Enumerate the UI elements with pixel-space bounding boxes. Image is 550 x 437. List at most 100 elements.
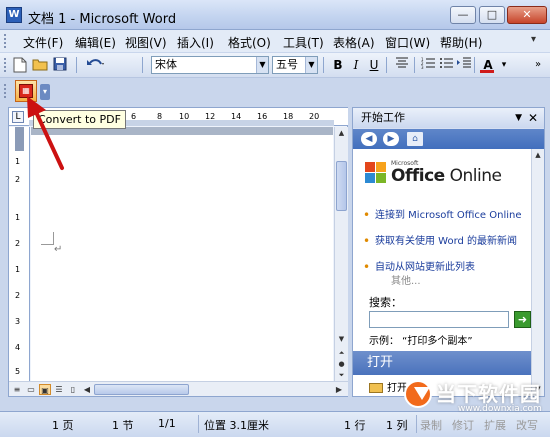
chevron-down-icon[interactable]: ▼ — [305, 57, 317, 73]
menu-help[interactable]: 帮助(H) — [440, 34, 482, 51]
tab-selector-icon[interactable]: L — [12, 111, 24, 123]
status-track-changes[interactable]: 修订 — [452, 417, 474, 433]
menu-format[interactable]: 格式(O) — [228, 34, 271, 51]
align-center-icon[interactable] — [394, 57, 410, 73]
scroll-down-icon[interactable]: ▼ — [335, 333, 348, 345]
word-app-icon[interactable]: W — [6, 7, 22, 23]
search-label: 搜索： — [369, 296, 402, 309]
status-page: 1 页 — [52, 419, 74, 432]
normal-view-icon[interactable]: ≡ — [11, 384, 23, 395]
vertical-scrollbar[interactable]: ▲ ▼ ⏶ ● ⏷ — [334, 127, 348, 381]
ruler-tick: 2 — [15, 239, 21, 248]
ruler-tick: 3 — [15, 317, 21, 326]
print-view-icon[interactable]: ▣ — [39, 384, 51, 395]
toolbar-grip[interactable] — [4, 84, 7, 98]
back-icon[interactable]: ◀ — [361, 132, 377, 146]
horizontal-scrollbar[interactable]: ≡ ▭ ▣ ☰ ▯ ◀ ▶ — [9, 381, 348, 396]
font-color-swatch — [480, 70, 494, 73]
separator — [198, 415, 199, 433]
separator — [386, 57, 387, 73]
task-pane-scrollbar[interactable]: ▲ ▼ — [531, 149, 544, 396]
window-title: 文档 1 - Microsoft Word — [28, 12, 177, 27]
font-size-select[interactable]: 五号 ▼ — [272, 56, 318, 74]
scroll-up-icon[interactable]: ▲ — [532, 149, 544, 161]
menu-bar: 文件(F) 编辑(E) 视图(V) 插入(I) 格式(O) 工具(T) 表格(A… — [0, 30, 550, 52]
ruler-tick: 6 — [131, 112, 137, 121]
open-folder-icon[interactable] — [32, 57, 48, 73]
outline-view-icon[interactable]: ☰ — [53, 384, 65, 395]
link-connect-office-online[interactable]: 连接到 Microsoft Office Online — [363, 210, 525, 221]
scroll-thumb[interactable] — [336, 161, 347, 211]
status-section: 1 节 — [112, 419, 134, 432]
toolbar-options-icon[interactable]: ▾ — [40, 84, 50, 100]
status-record[interactable]: 录制 — [420, 417, 442, 433]
office-logo-icon — [365, 162, 387, 184]
toolbar-options-icon[interactable]: » — [530, 57, 546, 73]
forward-icon[interactable]: ▶ — [383, 132, 399, 146]
maximize-button[interactable]: □ — [479, 6, 505, 24]
status-extend[interactable]: 扩展 — [484, 417, 506, 433]
document-page[interactable]: ↵ — [31, 127, 333, 381]
formatting-toolbar: 宋体 ▼ 五号 ▼ B I U 123 A ▾ » — [0, 53, 550, 78]
font-name-select[interactable]: 宋体 ▼ — [151, 56, 269, 74]
convert-to-pdf-button[interactable]: ▦ — [15, 80, 37, 102]
menu-table[interactable]: 表格(A) — [333, 34, 375, 51]
logo-office-online-text: Office Online — [391, 166, 502, 186]
search-input[interactable] — [369, 311, 509, 328]
font-size-value: 五号 — [276, 58, 298, 71]
ruler-tick: 12 — [205, 112, 216, 121]
document-area: L 4 6 8 10 12 14 16 18 20 1 2 1 2 1 2 3 … — [8, 107, 348, 397]
ruler-margin — [15, 127, 24, 151]
link-more[interactable]: 其他... — [391, 272, 421, 287]
chevron-down-icon[interactable]: ▼ — [515, 108, 522, 128]
vertical-ruler[interactable]: 1 2 1 2 1 2 3 4 5 — [9, 127, 30, 381]
increase-indent-icon[interactable] — [456, 57, 472, 73]
new-document-icon[interactable] — [12, 57, 28, 73]
minimize-button[interactable]: — — [450, 6, 476, 24]
downxia-logo-icon — [404, 380, 432, 408]
menu-tools[interactable]: 工具(T) — [283, 34, 324, 51]
home-icon[interactable]: ⌂ — [407, 132, 423, 146]
toolbar-grip[interactable] — [4, 58, 7, 72]
chevron-down-icon[interactable]: ▾ — [496, 57, 512, 73]
numbered-list-icon[interactable]: 123 — [420, 57, 436, 73]
web-view-icon[interactable]: ▭ — [25, 384, 37, 395]
scroll-left-icon[interactable]: ◀ — [81, 384, 93, 395]
underline-button[interactable]: U — [366, 57, 382, 73]
chevron-down-icon[interactable]: ▼ — [256, 57, 268, 73]
separator — [142, 57, 143, 73]
menu-edit[interactable]: 编辑(E) — [75, 34, 116, 51]
bulleted-list-icon[interactable] — [438, 57, 454, 73]
italic-button[interactable]: I — [348, 57, 364, 73]
bold-button[interactable]: B — [330, 57, 346, 73]
status-overtype[interactable]: 改写 — [516, 417, 538, 433]
toolbar-grip[interactable] — [4, 34, 7, 48]
scroll-right-icon[interactable]: ▶ — [333, 384, 345, 395]
title-bar: W 文档 1 - Microsoft Word — □ ✕ — [0, 0, 550, 30]
status-line: 1 行 — [344, 419, 366, 432]
close-icon[interactable]: ✕ — [528, 108, 538, 128]
save-icon[interactable] — [52, 57, 68, 73]
ruler-tick: 4 — [15, 343, 21, 352]
ruler-tick: 18 — [283, 112, 294, 121]
menu-insert[interactable]: 插入(I) — [177, 34, 214, 51]
menu-window[interactable]: 窗口(W) — [385, 34, 430, 51]
menu-file[interactable]: 文件(F) — [23, 34, 63, 51]
ruler-tick: 2 — [15, 291, 21, 300]
office-online-logo[interactable]: Microsoft Office Online — [365, 158, 515, 194]
font-color-button[interactable]: A — [478, 57, 498, 73]
scroll-thumb[interactable] — [94, 384, 189, 395]
menu-overflow-icon[interactable]: ▾ — [531, 34, 536, 45]
reading-view-icon[interactable]: ▯ — [67, 384, 79, 395]
menu-view[interactable]: 视图(V) — [125, 34, 167, 51]
link-latest-news[interactable]: 获取有关使用 Word 的最新新闻 — [363, 236, 525, 247]
ruler-tick: 8 — [157, 112, 163, 121]
scroll-up-icon[interactable]: ▲ — [335, 127, 348, 139]
undo-icon[interactable] — [84, 57, 106, 73]
search-go-button[interactable]: ➜ — [514, 311, 531, 328]
watermark: 当下软件园 www.downxia.com — [404, 378, 548, 418]
next-page-icon[interactable]: ⏷ — [335, 369, 348, 381]
ruler-tick: 10 — [179, 112, 190, 121]
close-button[interactable]: ✕ — [507, 6, 547, 24]
pdf-toolbar: ▦ ▾ — [0, 79, 550, 103]
